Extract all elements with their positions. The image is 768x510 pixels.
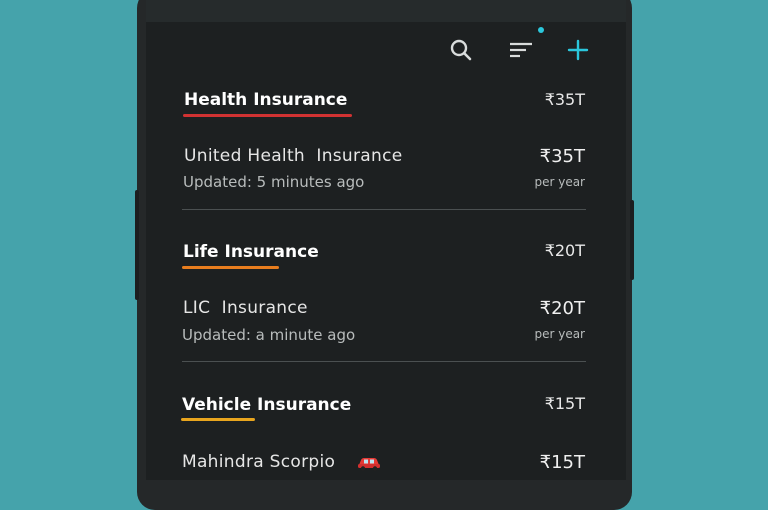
plus-icon [567, 39, 589, 61]
updated-time: Updated: a minute ago [182, 326, 356, 344]
phone-side-button-right [630, 200, 634, 280]
section-underline [183, 114, 352, 117]
policy-amount: ₹20T [539, 298, 585, 319]
search-button[interactable] [446, 35, 476, 65]
policy-name: Mahindra Scorpio [182, 452, 336, 472]
section-title: Vehicle Insurance [182, 395, 352, 415]
section-underline [181, 418, 255, 421]
policy-period: per year [534, 175, 585, 189]
policy-amount: ₹15T [539, 452, 585, 473]
section-total: ₹15T [544, 394, 585, 413]
divider [182, 361, 586, 362]
section-title: Health Insurance [184, 90, 348, 110]
section-title: Life Insurance [183, 242, 319, 262]
section-underline [182, 266, 279, 269]
filter-notification-dot [538, 27, 544, 33]
section-total: ₹20T [544, 241, 585, 260]
phone-side-button [135, 190, 139, 300]
policy-amount: ₹35T [539, 146, 585, 167]
section-total: ₹35T [544, 90, 585, 109]
filter-icon [510, 42, 532, 58]
updated-time: Updated: 5 minutes ago [183, 173, 365, 191]
policy-name: LIC Insurance [183, 298, 308, 318]
status-bar [146, 0, 626, 22]
filter-button[interactable] [506, 35, 536, 65]
list-item[interactable] [176, 135, 596, 201]
add-button[interactable] [563, 35, 593, 65]
car-icon [358, 458, 380, 471]
policy-period: per year [534, 327, 585, 341]
divider [182, 209, 586, 210]
app-screen: Health Insurance ₹35T United Health Insu… [146, 0, 626, 480]
policy-name: United Health Insurance [184, 146, 403, 166]
search-icon [450, 39, 472, 61]
